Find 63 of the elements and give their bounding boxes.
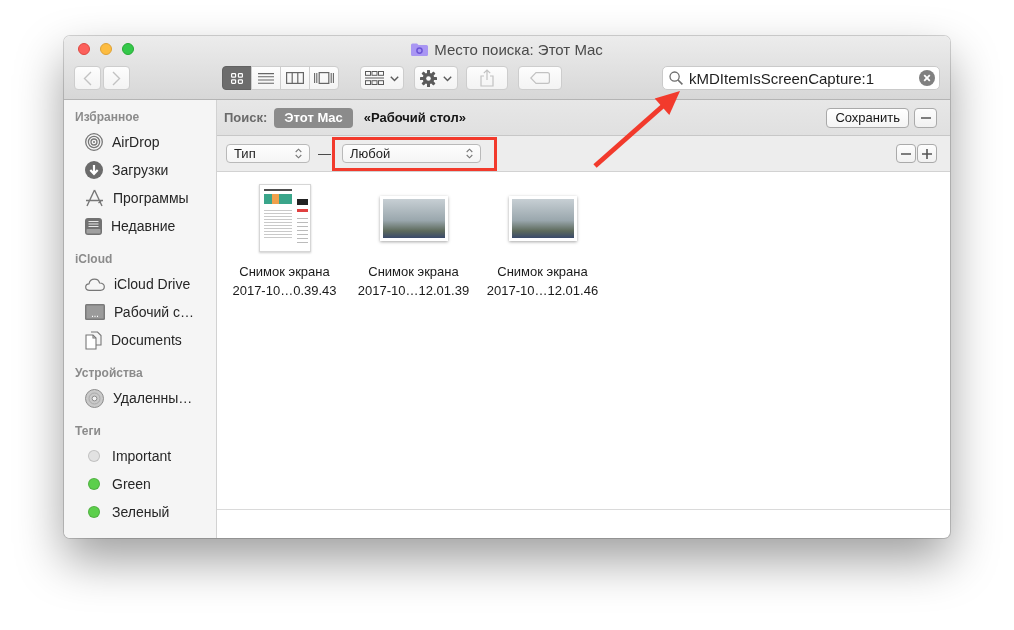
sidebar-heading: iCloud <box>74 251 114 268</box>
view-mode-button[interactable] <box>222 66 252 90</box>
scope-button[interactable]: «Рабочий стол» <box>353 107 476 128</box>
sidebar-item[interactable]: Загрузки <box>64 156 216 184</box>
sidebar-item[interactable]: Рабочий с… <box>64 298 216 326</box>
gallery-icon <box>314 72 334 84</box>
chevron-right-icon <box>112 70 121 86</box>
value-popup[interactable]: Любой <box>342 144 481 163</box>
sidebar-item[interactable]: Зеленый <box>64 498 216 526</box>
minus-icon <box>901 152 911 155</box>
search-scope-label: Поиск: <box>224 110 268 125</box>
tray-icon <box>85 217 102 235</box>
grid-icon <box>231 72 243 84</box>
cloud-icon <box>85 277 105 291</box>
clear-icon[interactable] <box>919 70 935 86</box>
sidebar-item[interactable]: AirDrop <box>64 128 216 156</box>
document-thumbnail[interactable] <box>258 184 311 252</box>
sidebar-item[interactable]: Удаленны… <box>64 384 216 412</box>
disc-icon <box>85 388 104 408</box>
add-criterion-button[interactable] <box>917 144 937 163</box>
window-title: Место поиска: Этот Mac <box>434 40 603 58</box>
search-field[interactable]: kMDItemIsScreenCapture:1 <box>662 66 940 90</box>
sidebar-item[interactable]: Программы <box>64 184 216 212</box>
file-name: Снимок экрана 2017-10…12.01.39 <box>356 263 471 300</box>
sidebar-heading: Устройства <box>74 365 144 382</box>
sidebar-heading: Теги <box>74 423 102 440</box>
caret-icon <box>443 75 452 82</box>
documents-icon <box>85 330 102 350</box>
smart-folder-icon <box>411 42 429 56</box>
sidebar-item[interactable]: Green <box>64 470 216 498</box>
list-icon <box>258 72 274 84</box>
zoom-button[interactable] <box>122 43 134 55</box>
grid-icon <box>365 71 384 85</box>
file-name: Снимок экрана 2017-10…12.01.46 <box>485 263 600 300</box>
caret-icon <box>390 75 399 82</box>
attribute-popup[interactable]: Тип <box>226 144 310 163</box>
up-down-chevron-icon <box>466 148 473 159</box>
remove-criterion-button[interactable] <box>896 144 916 163</box>
close-button[interactable] <box>78 43 90 55</box>
airdrop-icon <box>85 133 103 151</box>
gear-icon <box>420 69 437 87</box>
minus-icon <box>920 116 931 119</box>
search-icon <box>669 71 683 85</box>
applications-icon <box>85 189 104 207</box>
sidebar-item[interactable]: Недавние <box>64 212 216 240</box>
arrange-button[interactable] <box>360 66 404 90</box>
plus-icon <box>922 148 932 159</box>
action-button[interactable] <box>414 66 458 90</box>
desktop-icon <box>85 304 105 320</box>
download-icon <box>85 161 103 179</box>
sidebar-heading: Избранное <box>74 109 141 126</box>
sidebar-item[interactable]: iCloud Drive <box>64 270 216 298</box>
tag-icon <box>530 72 550 84</box>
criteria-connector: — <box>318 146 331 161</box>
columns-icon <box>286 72 304 84</box>
chevron-left-icon <box>83 70 92 86</box>
save-button[interactable]: Сохранить <box>826 107 909 128</box>
remove-button[interactable] <box>914 107 937 128</box>
file-name: Снимок экрана 2017-10…0.39.43 <box>231 263 338 300</box>
up-down-chevron-icon <box>295 148 302 159</box>
sidebar-item[interactable]: Documents <box>64 326 216 354</box>
share-icon <box>480 69 494 87</box>
sidebar-item[interactable]: Important <box>64 442 216 470</box>
